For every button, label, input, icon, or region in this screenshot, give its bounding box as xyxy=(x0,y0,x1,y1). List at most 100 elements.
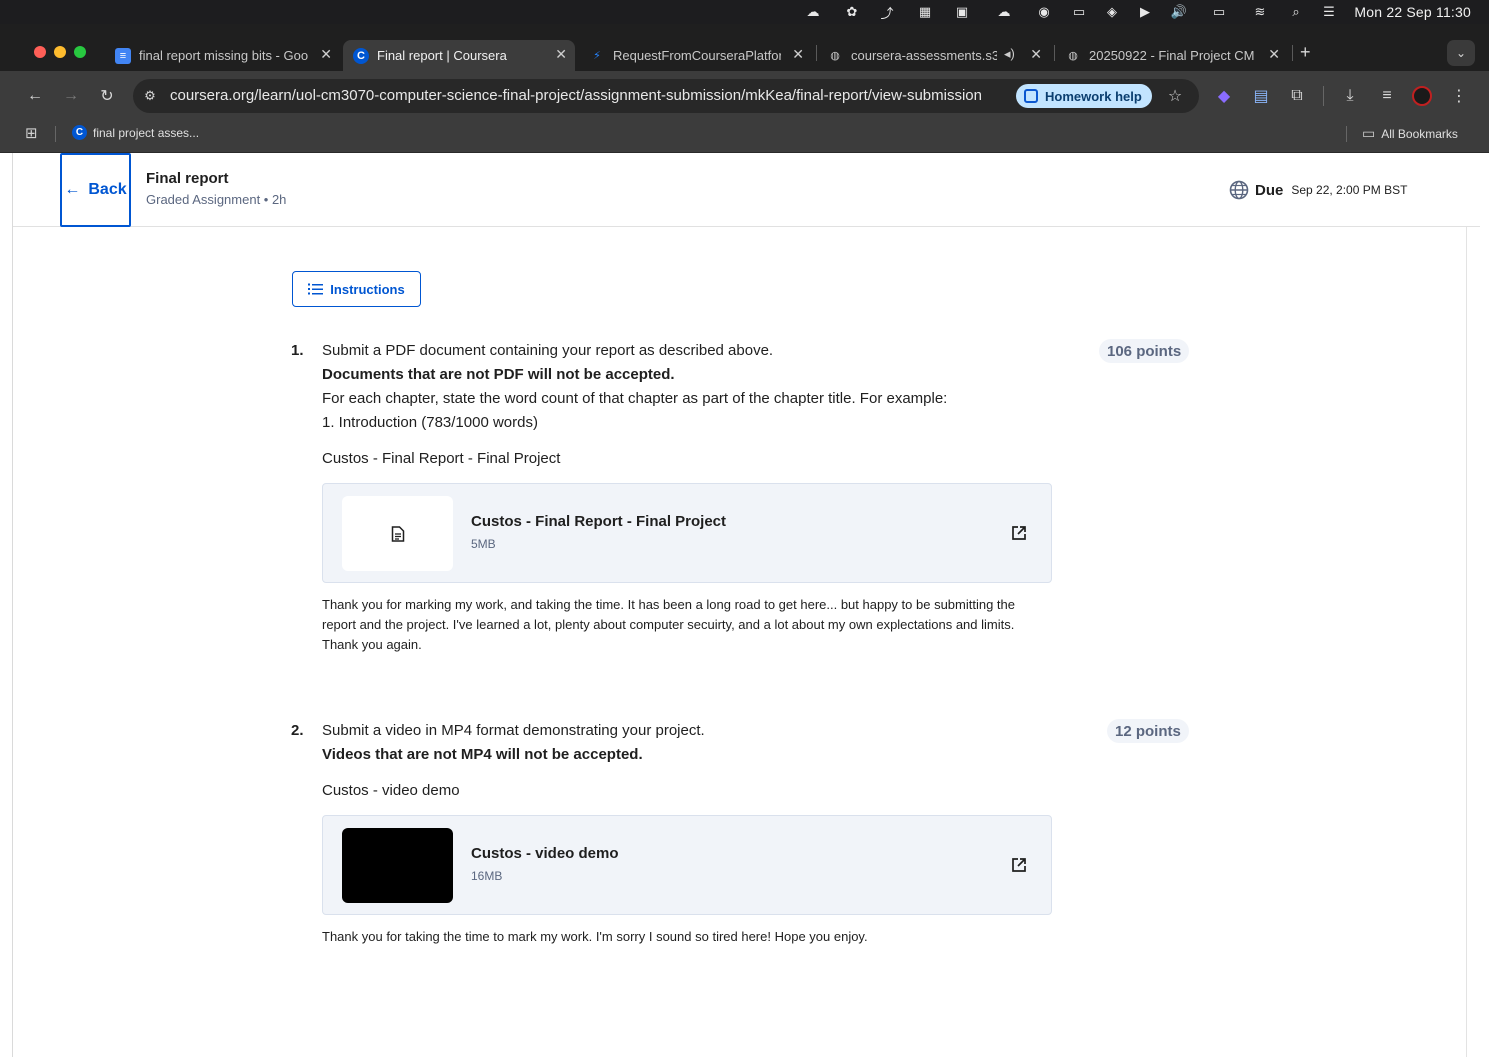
file-card[interactable]: Custos - Final Report - Final Project 5M… xyxy=(322,483,1052,583)
question-text: Submit a PDF document containing your re… xyxy=(322,342,774,359)
signature-icon[interactable]: ⤴ xyxy=(878,4,896,21)
coursera-icon: C xyxy=(72,125,87,140)
reader-icon[interactable]: ▣ xyxy=(953,4,971,20)
close-tab-icon[interactable]: ✕ xyxy=(1268,46,1280,63)
audio-playing-icon[interactable]: ◂) xyxy=(1004,46,1015,62)
spotlight-search-icon[interactable]: ⌕ xyxy=(1287,4,1305,20)
docs-icon: ≡ xyxy=(115,47,131,64)
question-number: 1. xyxy=(291,342,304,359)
close-tab-icon[interactable]: ✕ xyxy=(792,46,804,63)
minimize-window-button[interactable] xyxy=(54,46,66,58)
background-window-strip xyxy=(0,153,13,1057)
bookmark-star-icon[interactable]: ☆ xyxy=(1165,86,1185,106)
file-name[interactable]: Custos - Final Report - Final Project xyxy=(471,513,726,530)
volume-icon[interactable]: 🔊 xyxy=(1170,4,1188,20)
site-settings-icon[interactable]: ⚙ xyxy=(140,86,160,106)
edge-window-fragment xyxy=(0,44,8,60)
forward-arrow-icon[interactable]: → xyxy=(61,86,81,106)
open-external-icon[interactable] xyxy=(1010,856,1028,874)
homework-help-icon xyxy=(1024,89,1038,103)
close-window-button[interactable] xyxy=(34,46,46,58)
wifi-icon[interactable]: ≋ xyxy=(1251,4,1269,20)
tab-coursera-final-report[interactable]: C Final report | Coursera ✕ xyxy=(343,40,575,71)
points-badge: 12 points xyxy=(1107,719,1189,743)
weather-icon[interactable]: ☁ xyxy=(995,4,1013,20)
submission-title: Custos - video demo xyxy=(322,782,460,799)
new-tab-plus-icon[interactable]: + xyxy=(1300,42,1311,63)
question-text: Documents that are not PDF will not be a… xyxy=(322,366,675,383)
menu-kebab-icon[interactable]: ⋮ xyxy=(1449,86,1469,106)
play-icon[interactable]: ▶ xyxy=(1136,4,1154,20)
jira-icon: ⚡ xyxy=(593,50,601,62)
globe-icon: ◍ xyxy=(830,50,840,62)
display-icon[interactable]: ▭ xyxy=(1070,4,1088,20)
bookmarks-divider xyxy=(55,126,56,142)
homework-help-button[interactable]: Homework help xyxy=(1016,84,1152,108)
question-text: 1. Introduction (783/1000 words) xyxy=(322,414,538,431)
layers-icon[interactable]: ◈ xyxy=(1103,4,1121,20)
extensions-puzzle-icon[interactable]: ⧉ xyxy=(1287,86,1307,106)
back-button[interactable]: ← Back xyxy=(60,153,131,227)
download-icon[interactable]: ⤓ xyxy=(1340,86,1360,106)
back-arrow-icon[interactable]: ← xyxy=(25,86,45,106)
reading-list-icon[interactable]: ≡ xyxy=(1377,86,1397,106)
tab-separator xyxy=(1054,45,1055,61)
maximize-window-button[interactable] xyxy=(74,46,86,58)
page-title: Final report xyxy=(146,170,229,187)
file-name[interactable]: Custos - video demo xyxy=(471,845,619,862)
tab-request[interactable]: ⚡ RequestFromCourseraPlatfor ✕ xyxy=(586,40,812,71)
tab-s3-assessments[interactable]: ◍ coursera-assessments.s3 ◂) ✕ xyxy=(824,40,1050,71)
profile-avatar[interactable] xyxy=(1412,86,1432,106)
tab-final-project[interactable]: ◍ 20250922 - Final Project CM ✕ xyxy=(1062,40,1288,71)
file-thumbnail xyxy=(342,496,453,571)
close-tab-icon[interactable]: ✕ xyxy=(320,46,332,63)
close-tab-icon[interactable]: ✕ xyxy=(1030,46,1042,63)
chatgpt-icon[interactable]: ✿ xyxy=(843,4,861,20)
bookmark-final-project[interactable]: C final project asses... xyxy=(72,125,199,140)
user-circle-icon[interactable]: ◉ xyxy=(1035,4,1053,20)
all-bookmarks-label: All Bookmarks xyxy=(1381,126,1458,141)
instructions-button[interactable]: Instructions xyxy=(292,271,421,307)
question-text: Videos that are not MP4 will not be acce… xyxy=(322,746,643,763)
points-badge: 106 points xyxy=(1099,339,1190,363)
menu-bar-clock[interactable]: Mon 22 Sep 11:30 xyxy=(1354,4,1471,20)
open-external-icon[interactable] xyxy=(1010,524,1028,542)
grid-app-icon[interactable]: ▦ xyxy=(916,4,934,20)
homework-help-label: Homework help xyxy=(1045,88,1142,104)
toolbar-divider xyxy=(1323,86,1324,106)
battery-icon[interactable]: ▭ xyxy=(1210,4,1228,20)
all-bookmarks-button[interactable]: ▭ All Bookmarks xyxy=(1362,125,1458,142)
tab-title: final report missing bits - Goo xyxy=(139,48,309,63)
reload-icon[interactable]: ↻ xyxy=(97,86,117,106)
url-text[interactable]: coursera.org/learn/uol-cm3070-computer-s… xyxy=(170,87,982,104)
page-subtitle: Graded Assignment • 2h xyxy=(146,192,287,207)
cloud-sync-icon[interactable]: ☁ xyxy=(804,4,822,20)
control-center-icon[interactable]: ☰ xyxy=(1320,4,1338,20)
extension-obsidian-icon[interactable]: ◆ xyxy=(1214,86,1234,106)
page-scrollbar[interactable] xyxy=(1466,227,1467,1057)
close-tab-icon[interactable]: ✕ xyxy=(555,46,567,63)
back-label: Back xyxy=(88,181,127,198)
tab-separator xyxy=(816,45,817,61)
question-text: Submit a video in MP4 format demonstrati… xyxy=(322,722,705,739)
file-size: 5MB xyxy=(471,537,496,551)
tab-title: coursera-assessments.s3 xyxy=(851,48,997,63)
extension-doc-icon[interactable]: ▤ xyxy=(1251,86,1271,106)
apps-grid-icon[interactable]: ⊞ xyxy=(25,124,38,142)
tab-title: Final report | Coursera xyxy=(377,48,507,63)
due-label: Due xyxy=(1255,181,1284,199)
video-thumbnail xyxy=(342,828,453,903)
bookmark-label: final project asses... xyxy=(93,125,200,140)
file-card[interactable]: Custos - video demo 16MB xyxy=(322,815,1052,915)
document-icon xyxy=(391,525,404,542)
list-icon xyxy=(308,283,324,295)
submission-title: Custos - Final Report - Final Project xyxy=(322,450,561,467)
macos-menu-bar: ☁ ✿ ⤴ ▦ ▣ ☁ ◉ ▭ ◈ ▶ 🔊 ▭ ≋ ⌕ ☰ Mon 22 Sep… xyxy=(0,0,1489,24)
question-text: For each chapter, state the word count o… xyxy=(322,390,948,407)
bookmarks-bar xyxy=(0,119,1489,153)
tab-title: 20250922 - Final Project CM xyxy=(1089,48,1255,63)
tab-search-chevron-icon[interactable]: ⌄ xyxy=(1447,40,1475,66)
back-arrow-icon: ← xyxy=(64,181,81,198)
globe-icon xyxy=(1229,180,1249,200)
tab-google-doc[interactable]: ≡ final report missing bits - Goo ✕ xyxy=(112,40,340,71)
